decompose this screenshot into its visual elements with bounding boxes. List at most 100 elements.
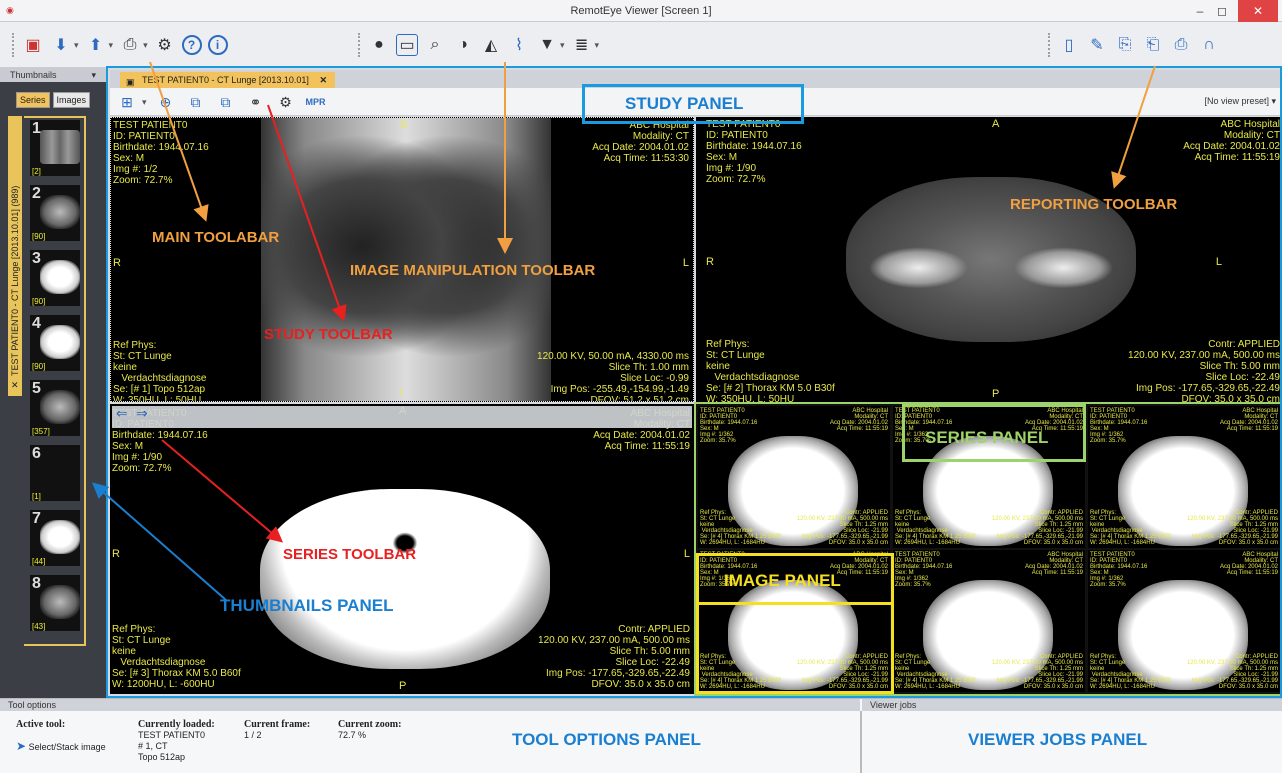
import-dropdown-icon[interactable]: ▾ <box>74 40 79 51</box>
close-window-button[interactable]: ✕ <box>1238 0 1278 22</box>
annotation-reporting-toolbar: REPORTING TOOLBAR <box>1010 196 1178 213</box>
tab-series[interactable]: Series <box>16 92 50 108</box>
annotation-image-panel: IMAGE PANEL <box>724 571 841 590</box>
window-level-icon[interactable]: ▭ <box>396 34 418 56</box>
import-icon[interactable]: ⬇ <box>50 34 72 56</box>
thumbnail-item[interactable]: 7 [44] <box>30 510 80 566</box>
info-icon[interactable]: i <box>207 35 228 55</box>
currently-loaded-value: TEST PATIENT0 # 1, CT Topo 512ap <box>138 730 206 762</box>
thumbnail-image <box>40 130 80 164</box>
cursor-arrow-icon: ➤ <box>16 739 27 753</box>
thumbnail-number: 6 <box>32 445 41 462</box>
thumbnail-item[interactable]: 8 [43] <box>30 575 80 631</box>
thumbnail-count: [1] <box>32 492 41 501</box>
toolbar-grip[interactable] <box>12 33 18 57</box>
toolbar-grip[interactable] <box>1048 33 1054 57</box>
window-title: RemotEye Viewer [Screen 1] <box>570 4 712 17</box>
annotation-main-toolbar: MAIN TOOLABAR <box>152 229 280 246</box>
print-dropdown-icon[interactable]: ▾ <box>143 40 148 51</box>
headphones-icon[interactable]: ∩ <box>1198 34 1220 56</box>
dictate-pen-icon[interactable]: ✎ <box>1086 34 1108 56</box>
image-manipulation-toolbar: ● ▭ ⌕ ◑ ◭ ⌇ ▼ ▾ ≣ ▾ <box>356 27 599 63</box>
thumbnail-number: 2 <box>32 185 41 202</box>
thumbnail-image <box>40 325 80 359</box>
thumbnail-number: 7 <box>32 510 41 527</box>
current-frame-value: 1 / 2 <box>244 730 262 740</box>
thumbnail-image <box>40 260 80 294</box>
thumbnail-count: [2] <box>32 167 41 176</box>
toolbar-grip[interactable] <box>358 33 364 57</box>
thumbnail-image <box>40 585 80 619</box>
tab-images[interactable]: Images <box>52 92 91 108</box>
thumbnails-title: Thumbnails <box>10 70 57 80</box>
currently-loaded-section: Currently loaded: TEST PATIENT0 # 1, CT T… <box>138 719 215 763</box>
thumbnail-number: 8 <box>32 575 41 592</box>
currently-loaded-label: Currently loaded: <box>138 719 215 730</box>
tool-options-title: Tool options <box>8 700 57 710</box>
thumbnails-panel: Thumbnails ▾ Series Images TEST PATIENT0… <box>0 68 108 698</box>
thumbnail-count: [90] <box>32 297 46 306</box>
help-icon[interactable]: ? <box>181 35 202 55</box>
thumbnails-mode-tabs: Series Images <box>16 92 91 108</box>
thumbnail-list: 1 [2] 2 [90] 3 [90] 4 [90] 5 [357] 6 [1] 7 [44]… <box>24 116 86 646</box>
study-vertical-tab[interactable]: TEST PATIENT0 - CT Lunge [2013.10.01] (9… <box>8 116 22 396</box>
filter-dropdown-icon[interactable]: ▾ <box>560 40 565 51</box>
report-icon[interactable]: ▯ <box>1058 34 1080 56</box>
scroll-dropdown-icon[interactable]: ▾ <box>595 40 600 51</box>
reporting-toolbar: ▯ ✎ ⎘ ⎗ ⎙ ∩ <box>1046 27 1220 63</box>
maximize-button[interactable]: ◻ <box>1212 0 1232 22</box>
export-icon[interactable]: ⬆ <box>85 34 107 56</box>
thumbnail-number: 3 <box>32 250 41 267</box>
settings-gear-icon[interactable]: ⚙ <box>154 34 176 56</box>
thumbnail-item[interactable]: 3 [90] <box>30 250 80 306</box>
thumbnail-image <box>40 195 80 229</box>
zoom-icon[interactable]: ⌕ <box>424 34 446 56</box>
filter-icon[interactable]: ▼ <box>536 34 558 56</box>
app-icon: ◉ <box>6 5 14 15</box>
scroll-icon[interactable]: ≣ <box>571 34 593 56</box>
thumbnail-count: [90] <box>32 232 46 241</box>
thumbnail-count: [357] <box>32 427 50 436</box>
thumbnail-item[interactable]: 6 [1] <box>30 445 80 501</box>
thumbnail-image <box>40 520 80 554</box>
annotation-series-toolbar: SERIES TOOLBAR <box>283 546 417 563</box>
measure-icon[interactable]: ⌇ <box>508 34 530 56</box>
minimize-button[interactable]: – <box>1190 0 1210 22</box>
viewer-jobs-title: Viewer jobs <box>870 700 917 710</box>
main-toolbar: ▣ ⬇ ▾ ⬆ ▾ ⎙ ▾ ⚙ ? i <box>10 27 228 63</box>
print-icon[interactable]: ⎙ <box>119 34 141 56</box>
thumbnail-item[interactable]: 5 [357] <box>30 380 80 436</box>
toolbar-row: ▣ ⬇ ▾ ⬆ ▾ ⎙ ▾ ⚙ ? i ● ▭ ⌕ ◑ ◭ ⌇ ▼ ▾ ≣ ▾ ▯ ✎ ⎘… <box>0 22 1282 68</box>
annotation-study-panel: STUDY PANEL <box>625 94 744 113</box>
thumbnail-count: [90] <box>32 362 46 371</box>
report-edit-icon[interactable]: ⎗ <box>1142 34 1164 56</box>
annotation-series-panel: SERIES PANEL <box>925 428 1049 447</box>
open-study-icon[interactable]: ▣ <box>22 34 44 56</box>
thumbnails-header: Thumbnails ▾ <box>0 68 108 82</box>
thumbnail-item[interactable]: 2 [90] <box>30 185 80 241</box>
thumbnail-count: [43] <box>32 622 46 631</box>
active-tool-label: Active tool: <box>16 719 66 730</box>
report-new-icon[interactable]: ⎘ <box>1114 34 1136 56</box>
panel-divider[interactable] <box>860 711 862 773</box>
current-zoom-label: Current zoom: <box>338 719 402 730</box>
thumbnail-image <box>40 390 80 424</box>
thumbnail-item[interactable]: 1 [2] <box>30 120 80 176</box>
close-study-icon[interactable]: ✕ <box>11 380 19 391</box>
invert-icon[interactable]: ◑ <box>452 34 474 56</box>
thumbnail-count: [44] <box>32 557 46 566</box>
remoteye-viewer-window: ◉ RemotEye Viewer [Screen 1] – ◻ ✕ ▣ ⬇ ▾ … <box>0 0 1282 773</box>
thumbnail-item[interactable]: 4 [90] <box>30 315 80 371</box>
mouse-select-icon[interactable]: ● <box>368 34 390 56</box>
viewer-jobs-header: Viewer jobs <box>862 699 1282 711</box>
active-tool-section: Active tool: ➤ Select/Stack image <box>16 719 106 753</box>
annotation-image-manipulation: IMAGE MANIPULATION TOOLBAR <box>350 262 596 279</box>
pin-icon[interactable]: ▾ <box>91 68 96 82</box>
active-tool-value: Select/Stack image <box>28 742 106 752</box>
thumbnail-number: 5 <box>32 380 41 397</box>
flip-icon[interactable]: ◭ <box>480 34 502 56</box>
annotation-viewer-jobs-panel: VIEWER JOBS PANEL <box>968 730 1148 749</box>
export-dropdown-icon[interactable]: ▾ <box>109 40 114 51</box>
report-view-icon[interactable]: ⎙ <box>1170 34 1192 56</box>
title-bar: ◉ RemotEye Viewer [Screen 1] – ◻ ✕ <box>0 0 1282 22</box>
